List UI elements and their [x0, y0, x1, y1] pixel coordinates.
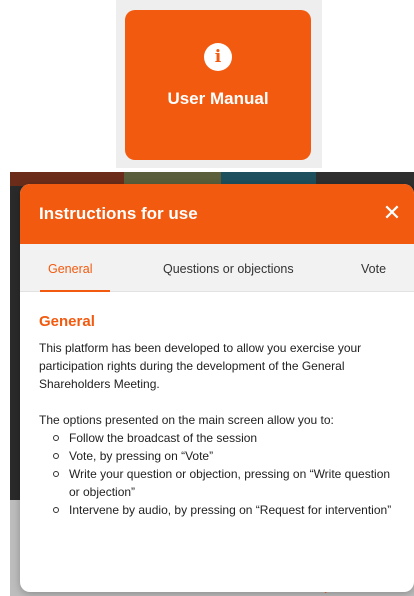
- bullet-icon: [53, 435, 59, 441]
- tab-questions-or-objections[interactable]: Questions or objections: [163, 262, 294, 276]
- user-manual-panel: i User Manual: [116, 0, 322, 168]
- instructions-modal: Instructions for use ✕ General Questions…: [20, 184, 414, 592]
- modal-content: General This platform has been developed…: [20, 313, 414, 519]
- list-item: Write your question or objection, pressi…: [39, 465, 396, 501]
- list-item-text: Intervene by audio, by pressing on “Requ…: [69, 503, 392, 517]
- options-list: Follow the broadcast of the session Vote…: [39, 429, 396, 519]
- bullet-icon: [53, 453, 59, 459]
- modal-title: Instructions for use: [39, 204, 198, 223]
- user-manual-label: User Manual: [167, 89, 269, 108]
- list-item-text: Follow the broadcast of the session: [69, 431, 258, 445]
- list-item-text: Vote, by pressing on “Vote”: [69, 449, 214, 463]
- list-item: Vote, by pressing on “Vote”: [39, 447, 396, 465]
- modal-header: Instructions for use ✕: [20, 184, 414, 244]
- list-item: Intervene by audio, by pressing on “Requ…: [39, 501, 396, 519]
- info-icon: i: [204, 43, 232, 71]
- list-item: Follow the broadcast of the session: [39, 429, 396, 447]
- intro-paragraph: This platform has been developed to allo…: [39, 341, 362, 391]
- list-item-text: Write your question or objection, pressi…: [69, 467, 391, 499]
- bullet-icon: [53, 471, 59, 477]
- active-tab-indicator: [40, 290, 110, 292]
- options-intro-paragraph: The options presented on the main screen…: [39, 413, 334, 427]
- bullet-icon: [53, 507, 59, 513]
- tab-bar: General Questions or objections Vote: [20, 244, 414, 292]
- tab-vote[interactable]: Vote: [361, 262, 386, 276]
- section-title: General: [39, 313, 95, 330]
- close-icon[interactable]: ✕: [382, 201, 402, 225]
- tab-general[interactable]: General: [48, 262, 92, 276]
- user-manual-button[interactable]: i User Manual: [125, 10, 311, 160]
